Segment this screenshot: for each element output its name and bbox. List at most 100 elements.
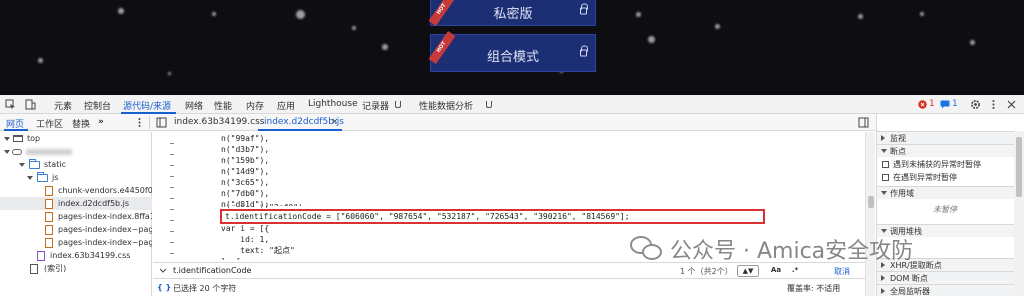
tree-item-file[interactable]: chunk-vendors.e4450f0a.js bbox=[0, 184, 152, 197]
expand-icon bbox=[4, 150, 10, 154]
section-dom-breakpoints[interactable]: DOM 断点 bbox=[877, 271, 1024, 284]
option-label: 在遇到异常时暂停 bbox=[893, 173, 957, 182]
snow-particle bbox=[296, 10, 305, 19]
tree-item-file[interactable]: pages-index-index.8ffa11f bbox=[0, 210, 152, 223]
tab-performance[interactable]: 性能 bbox=[214, 99, 232, 112]
watermark: 公众号 · Amica安全攻防 bbox=[630, 233, 913, 265]
placeholder-text: 未暂停 bbox=[933, 205, 957, 214]
snow-particle bbox=[636, 12, 641, 17]
toggle-debugger-icon[interactable] bbox=[858, 117, 869, 128]
file-icon bbox=[45, 199, 53, 209]
doc-icon bbox=[30, 264, 38, 274]
line-marker bbox=[170, 253, 174, 254]
regex-button[interactable]: .* bbox=[787, 265, 803, 277]
not-paused-text: 未暂停 bbox=[877, 204, 1024, 216]
line-marker bbox=[170, 209, 174, 210]
collapse-icon bbox=[881, 288, 885, 294]
section-label: DOM 断点 bbox=[890, 274, 928, 283]
file-tab-css[interactable]: index.63b34199.css bbox=[174, 117, 264, 127]
error-icon[interactable] bbox=[918, 100, 927, 109]
pause-uncaught-option[interactable]: 遇到未捕获的异常时暂停 bbox=[877, 159, 1024, 171]
tree-item-css[interactable]: index.63b34199.css bbox=[0, 249, 152, 262]
expand-icon bbox=[19, 163, 25, 167]
snow-particle bbox=[352, 26, 356, 30]
code-line: n("14d9"), bbox=[221, 167, 270, 176]
snow-particle bbox=[970, 40, 975, 45]
sources-toolbar: 网页 工作区 替换 » index.63b34199.css index.d2d… bbox=[0, 114, 1024, 131]
tab-network[interactable]: 网络 bbox=[185, 99, 203, 112]
file-icon bbox=[45, 225, 53, 235]
editor-scrollbar[interactable] bbox=[865, 132, 875, 296]
lock-icon bbox=[580, 3, 588, 15]
tab-console[interactable]: 控制台 bbox=[84, 99, 111, 112]
experiment-icon bbox=[486, 101, 492, 108]
line-gutter[interactable] bbox=[153, 132, 213, 260]
section-scope[interactable]: 作用域 bbox=[877, 186, 1024, 199]
mode-button-combo[interactable]: HOT 组合模式 bbox=[428, 30, 596, 72]
section-label: 断点 bbox=[890, 147, 906, 156]
code-line: n("7db0"), bbox=[221, 189, 270, 198]
tree-item-file[interactable]: pages-index-index~pages bbox=[0, 223, 152, 236]
checkbox[interactable] bbox=[882, 174, 889, 181]
nav-tab-workspace[interactable]: 工作区 bbox=[36, 117, 63, 130]
search-input[interactable]: t.identificationCode bbox=[173, 266, 251, 275]
toggle-navigator-icon[interactable] bbox=[156, 117, 167, 128]
scrollbar-thumb[interactable] bbox=[1016, 137, 1022, 197]
file-navigator: top static js chunk-vendors.e4450f0a.js … bbox=[0, 132, 152, 296]
snow-particle bbox=[168, 72, 171, 75]
tree-item-index[interactable]: (索引) bbox=[0, 262, 152, 275]
match-case-button[interactable]: Aa bbox=[768, 265, 784, 277]
tab-performance-insights[interactable]: 性能数据分析 bbox=[419, 99, 473, 112]
more-options-icon[interactable] bbox=[988, 99, 999, 110]
close-file-icon[interactable]: × bbox=[331, 117, 339, 127]
section-global-listeners[interactable]: 全局监听器 bbox=[877, 284, 1024, 296]
mode-button-private[interactable]: HOT 私密版 bbox=[428, 0, 596, 27]
tab-memory[interactable]: 内存 bbox=[246, 99, 264, 112]
message-icon[interactable] bbox=[940, 100, 950, 109]
inspect-element-icon[interactable] bbox=[5, 99, 16, 110]
search-nav-button[interactable]: ▲▼ bbox=[737, 265, 759, 277]
expand-icon bbox=[881, 149, 887, 153]
section-label: 作用域 bbox=[890, 189, 914, 198]
coverage-status: 覆盖率: 不适用 bbox=[787, 284, 841, 293]
tree-item-js[interactable]: js bbox=[0, 171, 152, 184]
mode-button-label: 私密版 bbox=[493, 7, 533, 22]
tab-sources[interactable]: 源代码/来源 bbox=[123, 99, 171, 112]
close-icon[interactable] bbox=[1006, 99, 1017, 110]
pause-caught-option[interactable]: 在遇到异常时暂停 bbox=[877, 172, 1024, 184]
pretty-print-icon[interactable]: { } bbox=[157, 283, 171, 292]
line-marker bbox=[170, 143, 174, 144]
replace-toggle-icon[interactable] bbox=[159, 267, 167, 275]
tab-lighthouse[interactable]: Lighthouse bbox=[308, 99, 358, 109]
gear-icon[interactable] bbox=[970, 99, 981, 110]
blurred-origin bbox=[26, 149, 72, 155]
tree-item-top[interactable]: top bbox=[0, 132, 152, 145]
line-marker bbox=[170, 231, 174, 232]
highlight-box bbox=[220, 209, 765, 224]
tab-recorder[interactable]: 记录器 bbox=[362, 99, 389, 112]
selection-status: 已选择 20 个字符 bbox=[173, 284, 237, 293]
cancel-search-button[interactable]: 取消 bbox=[834, 266, 850, 277]
snow-particle bbox=[715, 24, 720, 29]
scrollbar-thumb[interactable] bbox=[868, 196, 874, 208]
watermark-text: 公众号 · Amica安全攻防 bbox=[670, 239, 914, 264]
sidebar-scrollbar[interactable] bbox=[1014, 131, 1024, 296]
tab-application[interactable]: 应用 bbox=[277, 99, 295, 112]
tree-item-static[interactable]: static bbox=[0, 158, 152, 171]
folder-icon bbox=[37, 172, 48, 182]
message-count: 1 bbox=[952, 99, 958, 109]
section-breakpoints[interactable]: 断点 bbox=[877, 144, 1024, 157]
tab-elements[interactable]: 元素 bbox=[54, 99, 72, 112]
nav-tab-overrides[interactable]: 替换 bbox=[72, 117, 90, 130]
tree-item-label: index.63b34199.css bbox=[50, 251, 131, 260]
tree-item-origin[interactable] bbox=[0, 145, 152, 158]
tree-item-file-selected[interactable]: index.d2dcdf5b.js bbox=[0, 197, 152, 210]
section-watch[interactable]: 监视 bbox=[877, 131, 1024, 144]
option-label: 遇到未捕获的异常时暂停 bbox=[893, 160, 981, 169]
tree-item-file[interactable]: pages-index-index~pages bbox=[0, 236, 152, 249]
snow-particle bbox=[648, 36, 655, 43]
nav-more-tabs[interactable]: » bbox=[98, 117, 104, 127]
checkbox[interactable] bbox=[882, 161, 889, 168]
device-toolbar-icon[interactable] bbox=[25, 99, 36, 110]
more-options-icon[interactable] bbox=[134, 117, 145, 128]
